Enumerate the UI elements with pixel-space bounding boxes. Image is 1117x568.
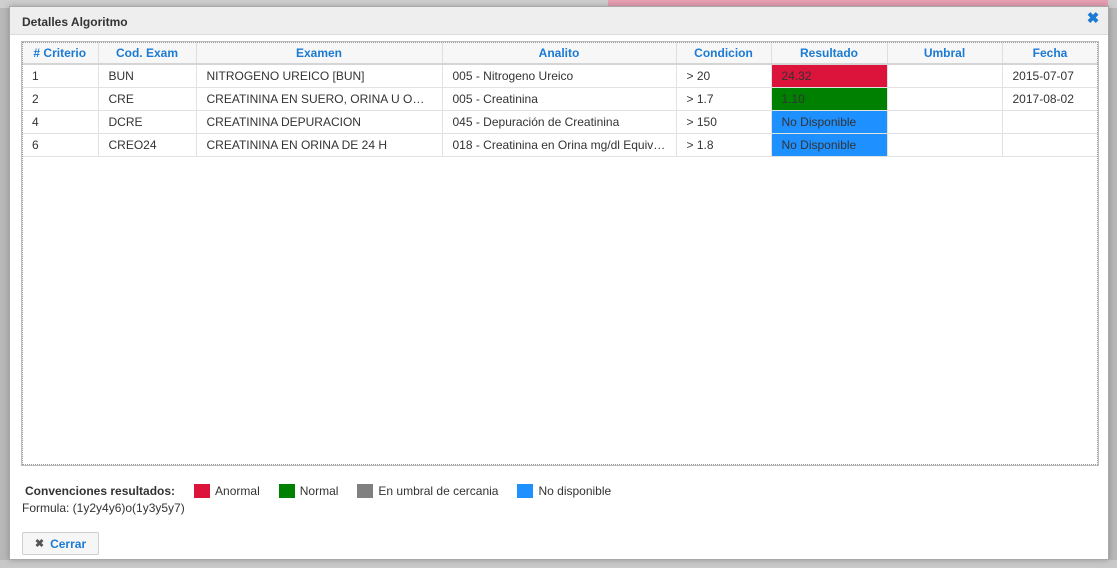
cell-cod-exam: CREO24 bbox=[98, 133, 197, 157]
cell-analito: 005 - Nitrogeno Ureico bbox=[442, 64, 677, 88]
legend-label: Convenciones resultados: bbox=[25, 484, 176, 498]
close-icon[interactable]: ✖ bbox=[1086, 11, 1100, 26]
cell-examen: CREATININA EN ORINA DE 24 H bbox=[196, 133, 443, 157]
legend-item-label: En umbral de cercania bbox=[378, 484, 499, 498]
cell-resultado: 24.32 bbox=[771, 64, 888, 88]
cell-condicion: > 1.8 bbox=[676, 133, 772, 157]
cell-condicion: > 20 bbox=[676, 64, 772, 88]
cell-cod-exam: CRE bbox=[98, 87, 197, 111]
column-header-analito[interactable]: Analito bbox=[442, 42, 677, 65]
cell-fecha bbox=[1002, 133, 1098, 157]
legend-swatch bbox=[194, 484, 211, 498]
legend-item-label: No disponible bbox=[538, 484, 612, 498]
cell-analito: 018 - Creatinina en Orina mg/dl Equivale… bbox=[442, 133, 677, 157]
cell-umbral bbox=[887, 87, 1003, 111]
column-header-cod-exam[interactable]: Cod. Exam bbox=[98, 42, 197, 65]
column-header-criterio[interactable]: # Criterio bbox=[22, 42, 99, 65]
table-header-row: # Criterio Cod. Exam Examen Analito Cond… bbox=[22, 42, 1098, 65]
cell-umbral bbox=[887, 64, 1003, 88]
table-row[interactable]: 6 CREO24 CREATININA EN ORINA DE 24 H 018… bbox=[22, 133, 1098, 157]
column-header-resultado[interactable]: Resultado bbox=[771, 42, 888, 65]
result-badge: No Disponible bbox=[771, 134, 886, 156]
cell-analito: 005 - Creatinina bbox=[442, 87, 677, 111]
dialog-title: Detalles Algoritmo bbox=[22, 15, 128, 29]
cell-condicion: > 1.7 bbox=[676, 87, 772, 111]
table-row[interactable]: 2 CRE CREATININA EN SUERO, ORINA U OTROS… bbox=[22, 87, 1098, 111]
cell-examen: NITROGENO UREICO [BUN] bbox=[196, 64, 443, 88]
cell-criterio: 6 bbox=[22, 133, 99, 157]
result-badge: 1.10 bbox=[771, 88, 886, 110]
cell-resultado: No Disponible bbox=[771, 133, 888, 157]
cell-resultado: No Disponible bbox=[771, 110, 888, 134]
algorithm-details-dialog: Detalles Algoritmo ✖ # Criterio Cod. Exa… bbox=[9, 6, 1109, 560]
cell-criterio: 4 bbox=[22, 110, 99, 134]
cell-umbral bbox=[887, 133, 1003, 157]
cell-criterio: 2 bbox=[22, 87, 99, 111]
close-button-label: Cerrar bbox=[50, 536, 87, 551]
legend-swatch bbox=[278, 484, 295, 498]
cell-fecha: 2015-07-07 bbox=[1002, 64, 1098, 88]
table-row[interactable]: 4 DCRE CREATININA DEPURACION 045 - Depur… bbox=[22, 110, 1098, 134]
cell-fecha: 2017-08-02 bbox=[1002, 87, 1098, 111]
cell-condicion: > 150 bbox=[676, 110, 772, 134]
column-header-umbral[interactable]: Umbral bbox=[887, 42, 1003, 65]
legend-item-label: Normal bbox=[299, 484, 339, 498]
legend-item-threshold: En umbral de cercania bbox=[357, 484, 498, 498]
legend-swatch bbox=[357, 484, 374, 498]
background-app-bottom bbox=[0, 560, 1117, 568]
cell-cod-exam: BUN bbox=[98, 64, 197, 88]
legend-swatch bbox=[517, 484, 534, 498]
cell-examen: CREATININA DEPURACION bbox=[196, 110, 443, 134]
result-badge: No Disponible bbox=[771, 111, 886, 133]
close-dialog-button[interactable]: ✖ Cerrar bbox=[22, 532, 99, 555]
cell-resultado: 1.10 bbox=[771, 87, 888, 111]
column-header-fecha[interactable]: Fecha bbox=[1002, 42, 1098, 65]
column-header-condicion[interactable]: Condicion bbox=[676, 42, 772, 65]
results-legend: Convenciones resultados: Anormal Normal … bbox=[25, 483, 630, 499]
criteria-grid: # Criterio Cod. Exam Examen Analito Cond… bbox=[21, 41, 1099, 466]
result-badge: 24.32 bbox=[771, 65, 886, 87]
formula-text: Formula: (1y2y4y6)o(1y3y5y7) bbox=[22, 501, 185, 515]
cell-analito: 045 - Depuración de Creatinina bbox=[442, 110, 677, 134]
dialog-titlebar: Detalles Algoritmo ✖ bbox=[10, 7, 1108, 35]
legend-item-unavailable: No disponible bbox=[517, 484, 611, 498]
close-icon: ✖ bbox=[34, 538, 45, 550]
legend-item-normal: Normal bbox=[278, 484, 339, 498]
table-row[interactable]: 1 BUN NITROGENO UREICO [BUN] 005 - Nitro… bbox=[22, 64, 1098, 88]
criteria-table: # Criterio Cod. Exam Examen Analito Cond… bbox=[22, 42, 1098, 157]
cell-fecha bbox=[1002, 110, 1098, 134]
legend-item-abnormal: Anormal bbox=[194, 484, 260, 498]
column-header-examen[interactable]: Examen bbox=[196, 42, 443, 65]
cell-examen: CREATININA EN SUERO, ORINA U OTROS bbox=[196, 87, 443, 111]
cell-umbral bbox=[887, 110, 1003, 134]
legend-item-label: Anormal bbox=[215, 484, 260, 498]
cell-criterio: 1 bbox=[22, 64, 99, 88]
cell-cod-exam: DCRE bbox=[98, 110, 197, 134]
